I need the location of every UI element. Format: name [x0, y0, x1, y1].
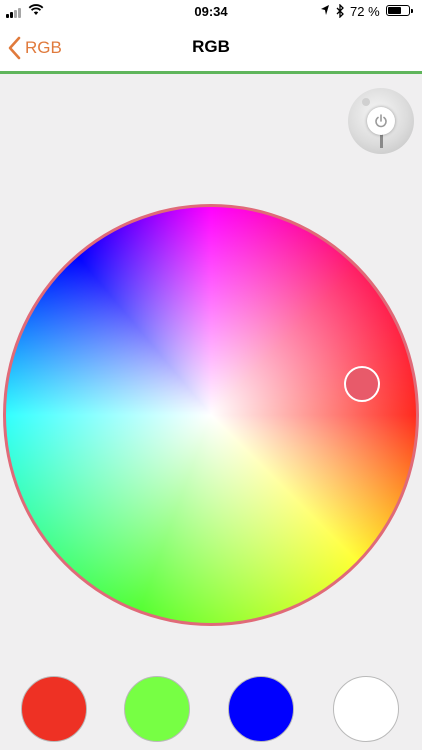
- location-arrow-icon: [321, 5, 329, 15]
- battery-percent: 72 %: [350, 4, 380, 19]
- swatch-red[interactable]: [21, 676, 87, 742]
- power-icon: [375, 114, 387, 128]
- app-screen: 09:34 72 % RGB RGB: [0, 0, 422, 750]
- page-title: RGB: [192, 37, 230, 56]
- battery-icon: [386, 5, 413, 16]
- dial-notch: [380, 134, 383, 148]
- status-bar: 09:34 72 %: [0, 0, 422, 24]
- swatch-green[interactable]: [124, 676, 190, 742]
- color-wheel-container: [3, 204, 419, 626]
- swatch-white[interactable]: [333, 676, 399, 742]
- indicator-dot: [362, 98, 370, 106]
- nav-bar: RGB RGB: [0, 24, 422, 71]
- nav-divider: [0, 71, 422, 74]
- power-button[interactable]: [348, 88, 414, 154]
- color-wheel-selector[interactable]: [344, 366, 380, 402]
- color-wheel[interactable]: [3, 204, 419, 626]
- bluetooth-icon: [336, 4, 344, 18]
- swatch-blue[interactable]: [228, 676, 294, 742]
